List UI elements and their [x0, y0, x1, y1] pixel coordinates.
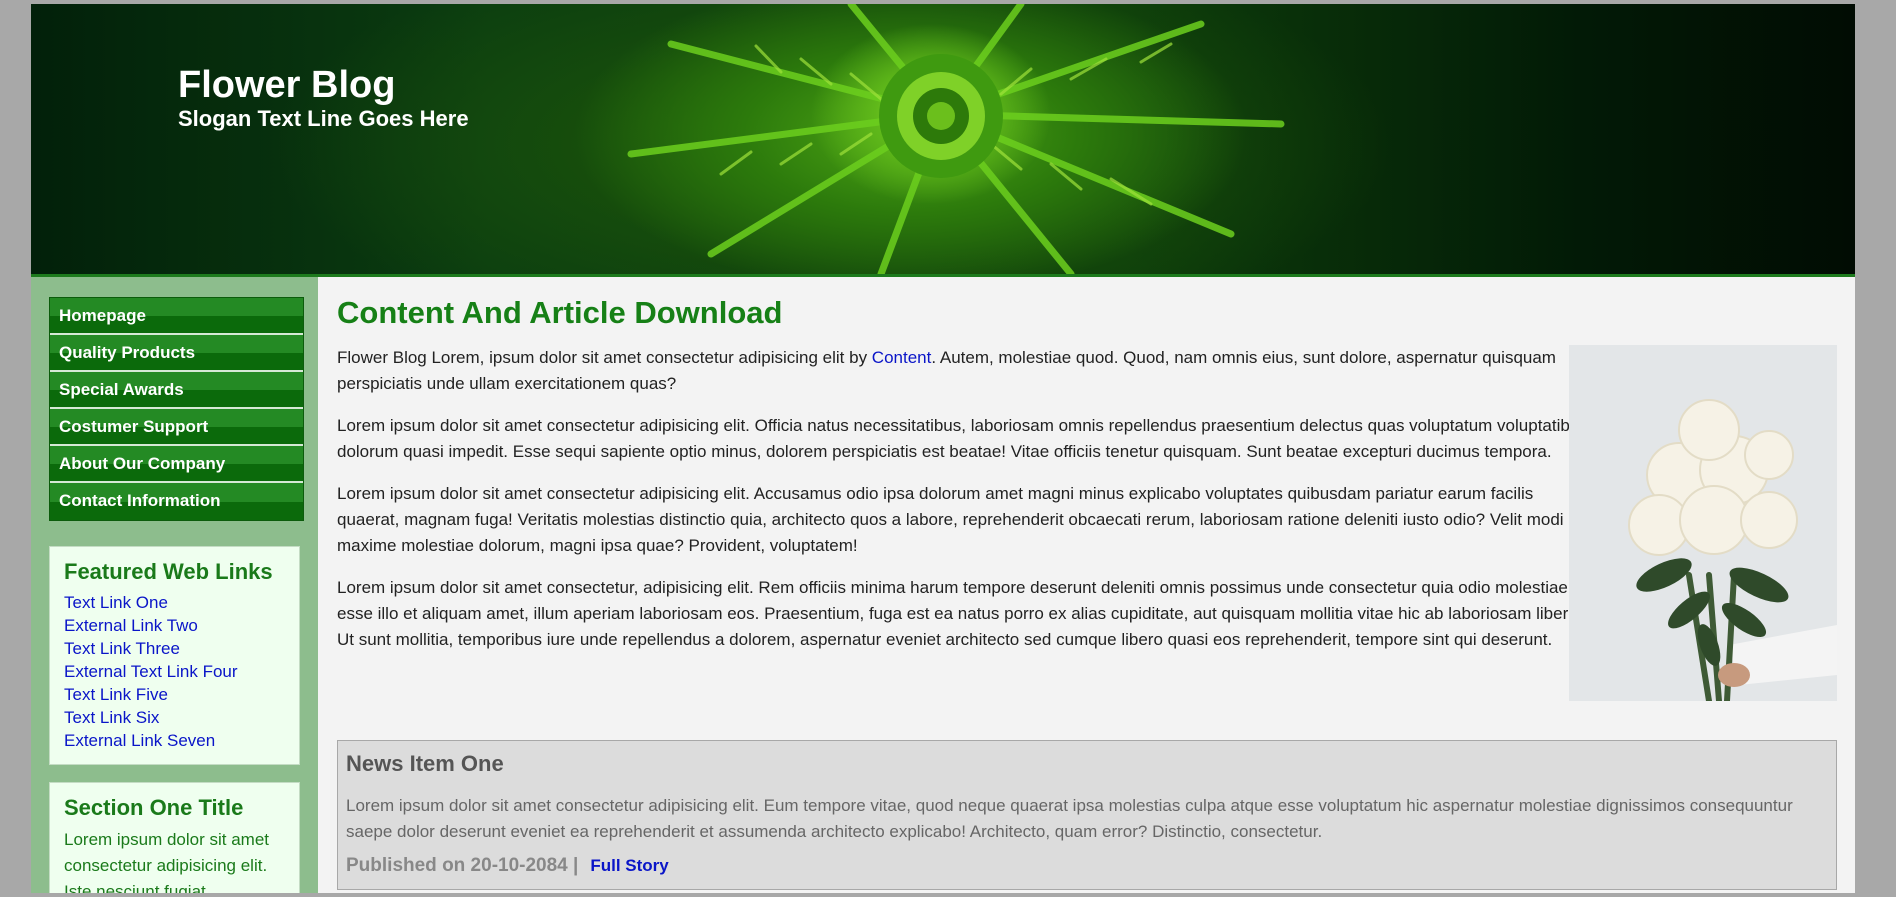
- site-title: Flower Blog: [178, 64, 396, 106]
- featured-link[interactable]: External Link Two: [64, 614, 285, 637]
- header-banner: Flower Blog Slogan Text Line Goes Here: [31, 4, 1855, 277]
- featured-link[interactable]: Text Link Five: [64, 683, 285, 706]
- fern-illustration: [627, 4, 1285, 274]
- roses-illustration: [1569, 345, 1837, 701]
- white-roses-photo: [1569, 345, 1837, 701]
- content-heading: Content And Article Download: [337, 295, 783, 330]
- section-one-title: Section One Title: [64, 795, 244, 820]
- main-content: Content And Article Download Flower Blog…: [337, 277, 1837, 890]
- full-story-link[interactable]: Full Story: [590, 856, 668, 875]
- article-paragraph-3: Lorem ipsum dolor sit amet consectetur a…: [337, 484, 1564, 555]
- featured-links-box: Featured Web Links Text Link One Externa…: [49, 546, 300, 765]
- page: Flower Blog Slogan Text Line Goes Here H…: [31, 4, 1855, 897]
- article: Flower Blog Lorem, ipsum dolor sit amet …: [337, 345, 1837, 701]
- featured-link[interactable]: Text Link Six: [64, 706, 285, 729]
- main-nav: Homepage Quality Products Special Awards…: [49, 297, 304, 521]
- published-date: Published on 20-10-2084 |: [346, 855, 579, 876]
- nav-item-homepage[interactable]: Homepage: [50, 298, 303, 335]
- article-paragraph-1: Flower Blog Lorem, ipsum dolor sit amet …: [337, 345, 1597, 397]
- content-link[interactable]: Content: [872, 348, 932, 367]
- nav-item-costumer-support[interactable]: Costumer Support: [50, 409, 303, 446]
- section-one-box: Section One Title Lorem ipsum dolor sit …: [49, 782, 300, 897]
- news-meta: Published on 20-10-2084 | Full Story: [346, 855, 1828, 877]
- article-paragraph-4: Lorem ipsum dolor sit amet consectetur, …: [337, 578, 1588, 649]
- featured-link[interactable]: Text Link Three: [64, 637, 285, 660]
- nav-item-quality-products[interactable]: Quality Products: [50, 335, 303, 372]
- featured-link[interactable]: External Text Link Four: [64, 660, 285, 683]
- sidebar: Homepage Quality Products Special Awards…: [31, 277, 318, 897]
- featured-links-title: Featured Web Links: [64, 559, 273, 584]
- paragraph-text: Flower Blog Lorem, ipsum dolor sit amet …: [337, 348, 872, 367]
- site-slogan: Slogan Text Line Goes Here: [178, 106, 469, 131]
- nav-item-special-awards[interactable]: Special Awards: [50, 372, 303, 409]
- article-paragraph-2: Lorem ipsum dolor sit amet consectetur a…: [337, 416, 1588, 461]
- news-text: Lorem ipsum dolor sit amet consectetur a…: [346, 796, 1793, 841]
- featured-link[interactable]: External Link Seven: [64, 729, 285, 752]
- featured-link[interactable]: Text Link One: [64, 591, 285, 614]
- bottom-bar: [0, 893, 1896, 897]
- right-gutter: [1855, 0, 1896, 897]
- news-title: News Item One: [346, 751, 504, 776]
- nav-item-contact-information[interactable]: Contact Information: [50, 483, 303, 520]
- nav-item-about-our-company[interactable]: About Our Company: [50, 446, 303, 483]
- section-one-text: Lorem ipsum dolor sit amet consectetur a…: [64, 830, 270, 897]
- news-item: News Item One Lorem ipsum dolor sit amet…: [337, 740, 1837, 890]
